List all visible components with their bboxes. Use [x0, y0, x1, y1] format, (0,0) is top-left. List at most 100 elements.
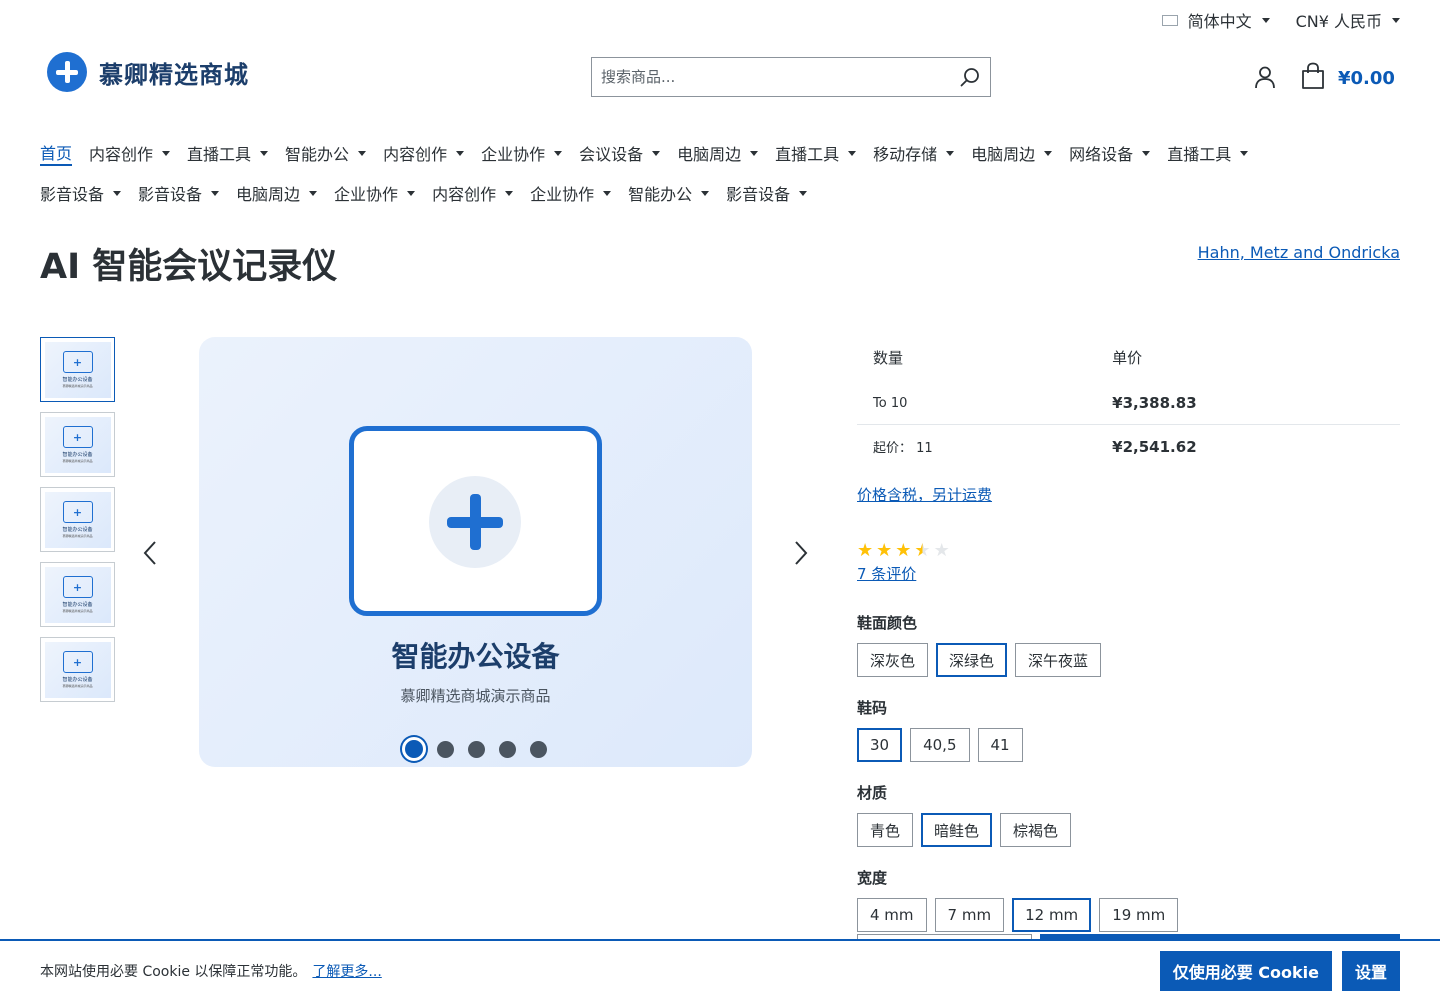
nav-item[interactable]: 网络设备 [1069, 140, 1151, 166]
plus-icon: + [62, 351, 93, 373]
nav-item[interactable]: 电脑周边 [971, 140, 1053, 166]
gallery-prev-button[interactable] [143, 540, 159, 570]
nav-item[interactable]: 智能办公 [285, 140, 367, 166]
size-option[interactable]: 30 [857, 728, 903, 762]
nav-item[interactable]: 会议设备 [579, 140, 661, 166]
nav-item[interactable]: 企业协作 [530, 180, 612, 206]
gallery-next-button[interactable] [792, 540, 808, 570]
caret-down-icon [1142, 150, 1151, 156]
star-icon: ★ [895, 540, 912, 561]
cart-icon [1300, 62, 1326, 94]
price-row-qty: 起价： 11 [873, 441, 933, 456]
thumbnail[interactable]: + 智能办公设备 慕卿精选商城演示商品 [40, 337, 115, 402]
product-frame-image [349, 426, 602, 616]
account-icon[interactable] [1252, 64, 1278, 94]
nav-item-label: 智能办公 [285, 145, 350, 164]
nav-item[interactable]: 首页 [40, 140, 73, 166]
size-option[interactable]: 41 [977, 728, 1023, 762]
tax-shipping-link[interactable]: 价格含税，另计运费 [857, 484, 1400, 505]
product-gallery[interactable]: 智能办公设备 慕卿精选商城演示商品 [199, 337, 752, 767]
caret-down-icon [603, 190, 612, 196]
width-option[interactable]: 4 mm [857, 898, 927, 932]
reviews-link[interactable]: 7 条评价 [857, 563, 1400, 584]
nav-item[interactable]: 企业协作 [334, 180, 416, 206]
qty-header: 数量 [873, 349, 904, 367]
nav-item-label: 电脑周边 [677, 145, 742, 164]
thumbnail-title: 智能办公设备 [62, 377, 93, 383]
nav-item[interactable]: 电脑周边 [236, 180, 318, 206]
nav-item[interactable]: 影音设备 [138, 180, 220, 206]
caret-down-icon [505, 190, 514, 196]
caret-down-icon [652, 150, 661, 156]
manufacturer-link[interactable]: Hahn, Metz and Ondricka [1198, 243, 1400, 262]
width-option[interactable]: 7 mm [934, 898, 1005, 932]
gallery-dot[interactable] [530, 740, 547, 758]
nav-item[interactable]: 直播工具 [775, 140, 857, 166]
gallery-dot[interactable] [437, 740, 454, 758]
price-row-price: ¥3,388.83 [1096, 382, 1400, 425]
nav-item[interactable]: 影音设备 [726, 180, 808, 206]
gallery-subtitle: 慕卿精选商城演示商品 [400, 687, 551, 705]
caret-down-icon [1240, 150, 1249, 156]
color-option[interactable]: 深绿色 [936, 643, 1008, 677]
page-title: AI 智能会议记录仪 [40, 247, 338, 287]
nav-item-label: 影音设备 [40, 185, 105, 204]
color-options: 深灰色 深绿色 深午夜蓝 [857, 643, 1400, 677]
language-selector[interactable]: 简体中文 [1161, 8, 1270, 32]
thumbnail[interactable]: + 智能办公设备 慕卿精选商城演示商品 [40, 487, 115, 552]
color-option[interactable]: 深灰色 [857, 643, 929, 677]
nav-item[interactable]: 内容创作 [89, 140, 171, 166]
nav-item[interactable]: 智能办公 [628, 180, 710, 206]
material-option[interactable]: 棕褐色 [1000, 813, 1072, 847]
gallery-dot[interactable] [468, 740, 485, 758]
thumbnail-subtitle: 慕卿精选商城演示商品 [62, 459, 93, 463]
gallery-dot[interactable] [402, 737, 426, 761]
cookie-learn-more-link[interactable]: 了解更多... [312, 961, 381, 981]
price-row: To 10 ¥3,388.83 [857, 382, 1400, 425]
cart-button[interactable]: ¥0.00 [1300, 62, 1395, 94]
caret-down-icon [456, 150, 465, 156]
caret-down-icon [1044, 150, 1053, 156]
plus-icon [429, 476, 521, 568]
price-table: 数量 单价 To 10 ¥3,388.83 起价： 11 ¥2,541.62 [857, 337, 1400, 468]
width-option[interactable]: 19 mm [1099, 898, 1179, 932]
cookie-text: 本网站使用必要 Cookie 以保障正常功能。 [40, 963, 307, 980]
accept-necessary-cookies-button[interactable]: 仅使用必要 Cookie [1159, 950, 1332, 991]
caret-down-icon [848, 150, 857, 156]
cookie-settings-button[interactable]: 设置 [1341, 950, 1400, 991]
nav-item[interactable]: 直播工具 [1167, 140, 1249, 166]
material-option[interactable]: 暗鲑色 [921, 813, 993, 847]
nav-item[interactable]: 内容创作 [383, 140, 465, 166]
search-icon[interactable] [950, 58, 990, 96]
thumbnail[interactable]: + 智能办公设备 慕卿精选商城演示商品 [40, 412, 115, 477]
gallery-dot[interactable] [499, 740, 516, 758]
nav-item-label: 电脑周边 [236, 185, 301, 204]
language-label: 简体中文 [1187, 12, 1252, 31]
nav-item[interactable]: 内容创作 [432, 180, 514, 206]
nav-item-label: 内容创作 [383, 145, 448, 164]
material-option[interactable]: 青色 [857, 813, 914, 847]
store-logo[interactable]: 慕卿精选商城 [47, 52, 249, 92]
thumbnail[interactable]: + 智能办公设备 慕卿精选商城演示商品 [40, 562, 115, 627]
caret-down-icon [750, 150, 759, 156]
width-option[interactable]: 12 mm [1012, 898, 1092, 932]
currency-selector[interactable]: CN¥ 人民币 [1296, 8, 1400, 32]
caret-down-icon [946, 150, 955, 156]
thumbnail-subtitle: 慕卿精选商城演示商品 [62, 534, 93, 538]
thumbnail-image: + 智能办公设备 慕卿精选商城演示商品 [44, 416, 111, 473]
thumbnail[interactable]: + 智能办公设备 慕卿精选商城演示商品 [40, 637, 115, 702]
nav-item[interactable]: 直播工具 [187, 140, 269, 166]
caret-down-icon [309, 190, 318, 196]
color-option[interactable]: 深午夜蓝 [1015, 643, 1102, 677]
rating-stars: ★ ★ ★ ★ ★ [857, 542, 1400, 560]
nav-item[interactable]: 移动存储 [873, 140, 955, 166]
plus-icon: + [62, 426, 93, 448]
nav-item[interactable]: 企业协作 [481, 140, 563, 166]
nav-item[interactable]: 影音设备 [40, 180, 122, 206]
nav-item[interactable]: 电脑周边 [677, 140, 759, 166]
flag-icon [1161, 14, 1178, 26]
search-input[interactable] [592, 58, 950, 96]
size-option[interactable]: 40,5 [910, 728, 970, 762]
price-header: 单价 [1112, 349, 1143, 367]
thumbnail-subtitle: 慕卿精选商城演示商品 [62, 384, 93, 388]
